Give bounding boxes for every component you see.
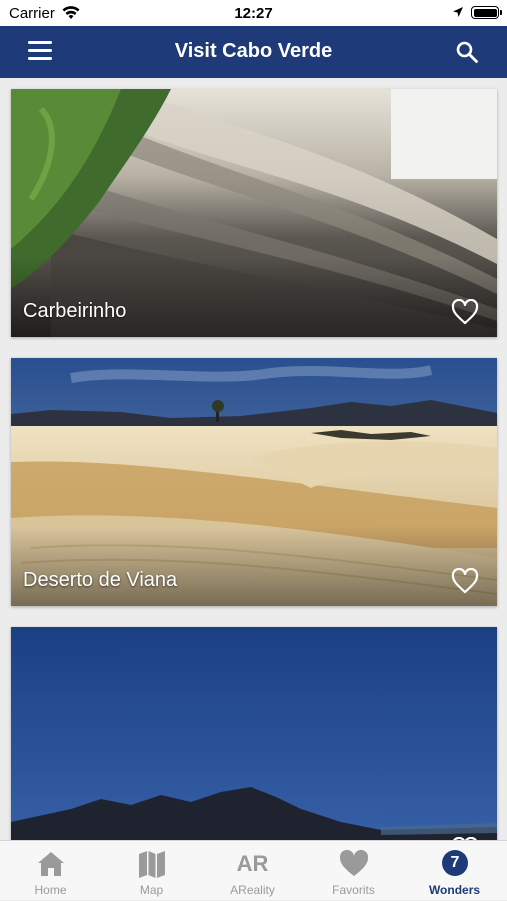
tab-label: Favorits xyxy=(332,883,375,897)
tab-areality[interactable]: AR AReality xyxy=(202,841,303,901)
wonders-badge-icon: 7 xyxy=(442,850,468,876)
page-title: Visit Cabo Verde xyxy=(174,40,333,62)
heart-icon xyxy=(339,849,369,876)
wonders-feed[interactable]: Carbeirinho Deserto de Viana xyxy=(0,78,507,840)
status-bar: Carrier 12:27 xyxy=(0,0,507,26)
battery-tip xyxy=(500,10,502,15)
map-icon xyxy=(139,851,165,878)
card-photo xyxy=(11,627,497,840)
tab-label: Home xyxy=(34,883,67,897)
tab-label: Map xyxy=(139,883,164,897)
tab-favorits[interactable]: Favorits xyxy=(303,841,404,901)
ar-icon: AR xyxy=(236,851,269,876)
navigation-bar: Visit Cabo Verde xyxy=(0,26,507,78)
tab-home[interactable]: Home xyxy=(0,841,101,901)
clock: 12:27 xyxy=(234,5,273,22)
tab-bar: Home Map AR AReality Favorits 7 Wonders xyxy=(0,840,507,900)
card-title: Deserto de Viana xyxy=(23,569,178,591)
favorite-heart-icon[interactable] xyxy=(451,299,479,325)
tab-wonders[interactable]: 7 Wonders xyxy=(404,841,505,901)
tab-label: Wonders xyxy=(428,883,481,897)
card-title: Carbeirinho xyxy=(23,300,127,322)
battery-icon xyxy=(471,6,499,19)
wonder-card[interactable]: Carbeirinho xyxy=(11,89,497,337)
search-icon[interactable] xyxy=(455,40,479,64)
card-shade xyxy=(11,257,497,337)
card-shade xyxy=(11,526,497,606)
tab-map[interactable]: Map xyxy=(101,841,202,901)
wonder-card[interactable] xyxy=(11,627,497,840)
wonder-card[interactable]: Deserto de Viana xyxy=(11,358,497,606)
tab-label: AReality xyxy=(230,883,275,897)
location-arrow-icon xyxy=(453,7,463,17)
home-icon xyxy=(38,852,64,876)
favorite-heart-icon[interactable] xyxy=(451,568,479,594)
